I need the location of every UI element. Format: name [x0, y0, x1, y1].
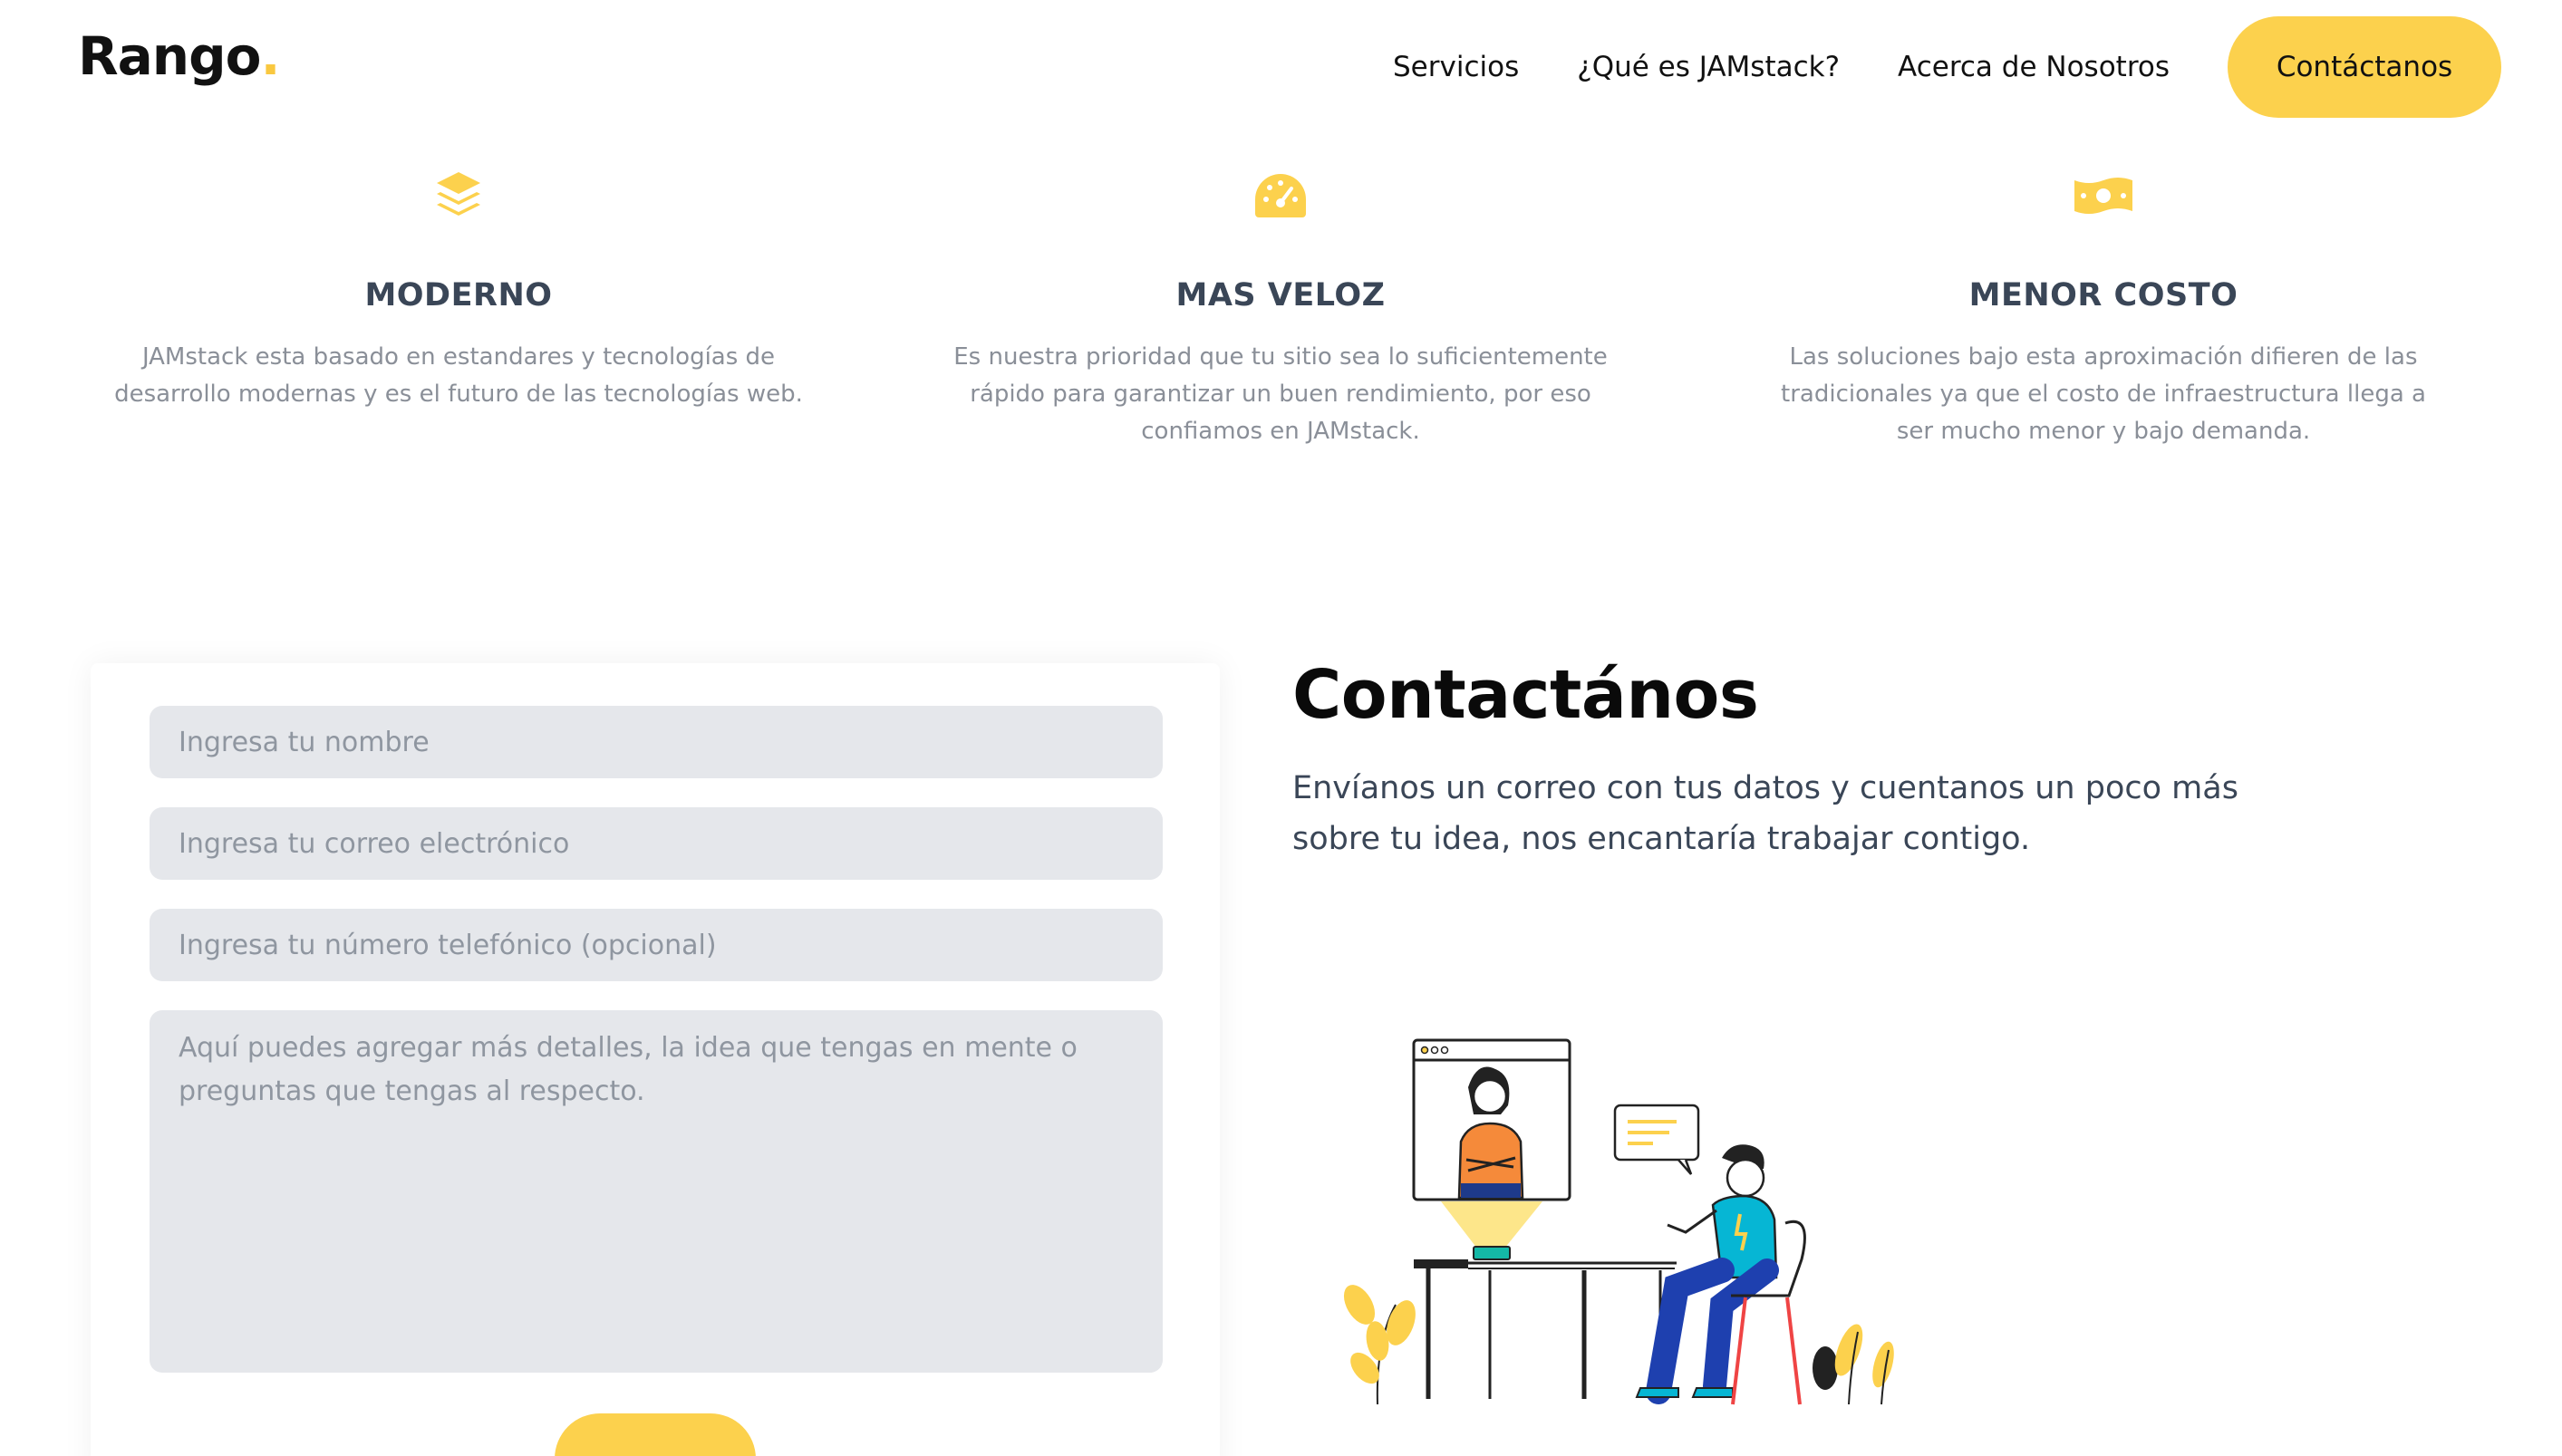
feature-title: MODERNO [364, 277, 553, 313]
nav-acerca-de-nosotros[interactable]: Acerca de Nosotros [1898, 51, 2170, 83]
feature-menor-costo: MENOR COSTO Las soluciones bajo esta apr… [1750, 163, 2457, 450]
contact-illustration [1341, 1033, 1921, 1413]
feature-title: MAS VELOZ [1175, 277, 1386, 313]
name-input[interactable] [150, 706, 1163, 778]
money-icon [1750, 163, 2457, 228]
layers-icon [105, 163, 812, 228]
feature-text: Es nuestra prioridad que tu sitio sea lo… [953, 343, 1608, 445]
submit-button[interactable]: Enviar [555, 1413, 756, 1456]
message-textarea[interactable] [150, 1010, 1163, 1373]
video-call-illustration [1343, 1038, 1894, 1405]
nav-servicios[interactable]: Servicios [1393, 51, 1519, 83]
feature-mas-veloz: MAS VELOZ Es nuestra prioridad que tu si… [927, 163, 1634, 450]
feature-moderno: MODERNO JAMstack esta basado en estandar… [105, 163, 812, 413]
contact-title: Contactános [1292, 656, 1759, 734]
logo-dot: . [260, 25, 280, 87]
logo[interactable]: Rango. [78, 25, 281, 87]
phone-input[interactable] [150, 909, 1163, 981]
speedometer-icon [927, 163, 1634, 228]
contact-cta-button[interactable]: Contáctanos [2228, 16, 2501, 118]
logo-text: Rango [78, 25, 261, 87]
main-nav: Servicios ¿Qué es JAMstack? Acerca de No… [1393, 16, 2501, 118]
feature-text: JAMstack esta basado en estandares y tec… [114, 343, 803, 408]
feature-text: Las soluciones bajo esta aproximación di… [1781, 343, 2426, 445]
feature-title: MENOR COSTO [1968, 277, 2238, 313]
nav-que-es-jamstack[interactable]: ¿Qué es JAMstack? [1577, 51, 1840, 83]
email-input[interactable] [150, 807, 1163, 880]
contact-description: Envíanos un correo con tus datos y cuent… [1292, 770, 2238, 857]
